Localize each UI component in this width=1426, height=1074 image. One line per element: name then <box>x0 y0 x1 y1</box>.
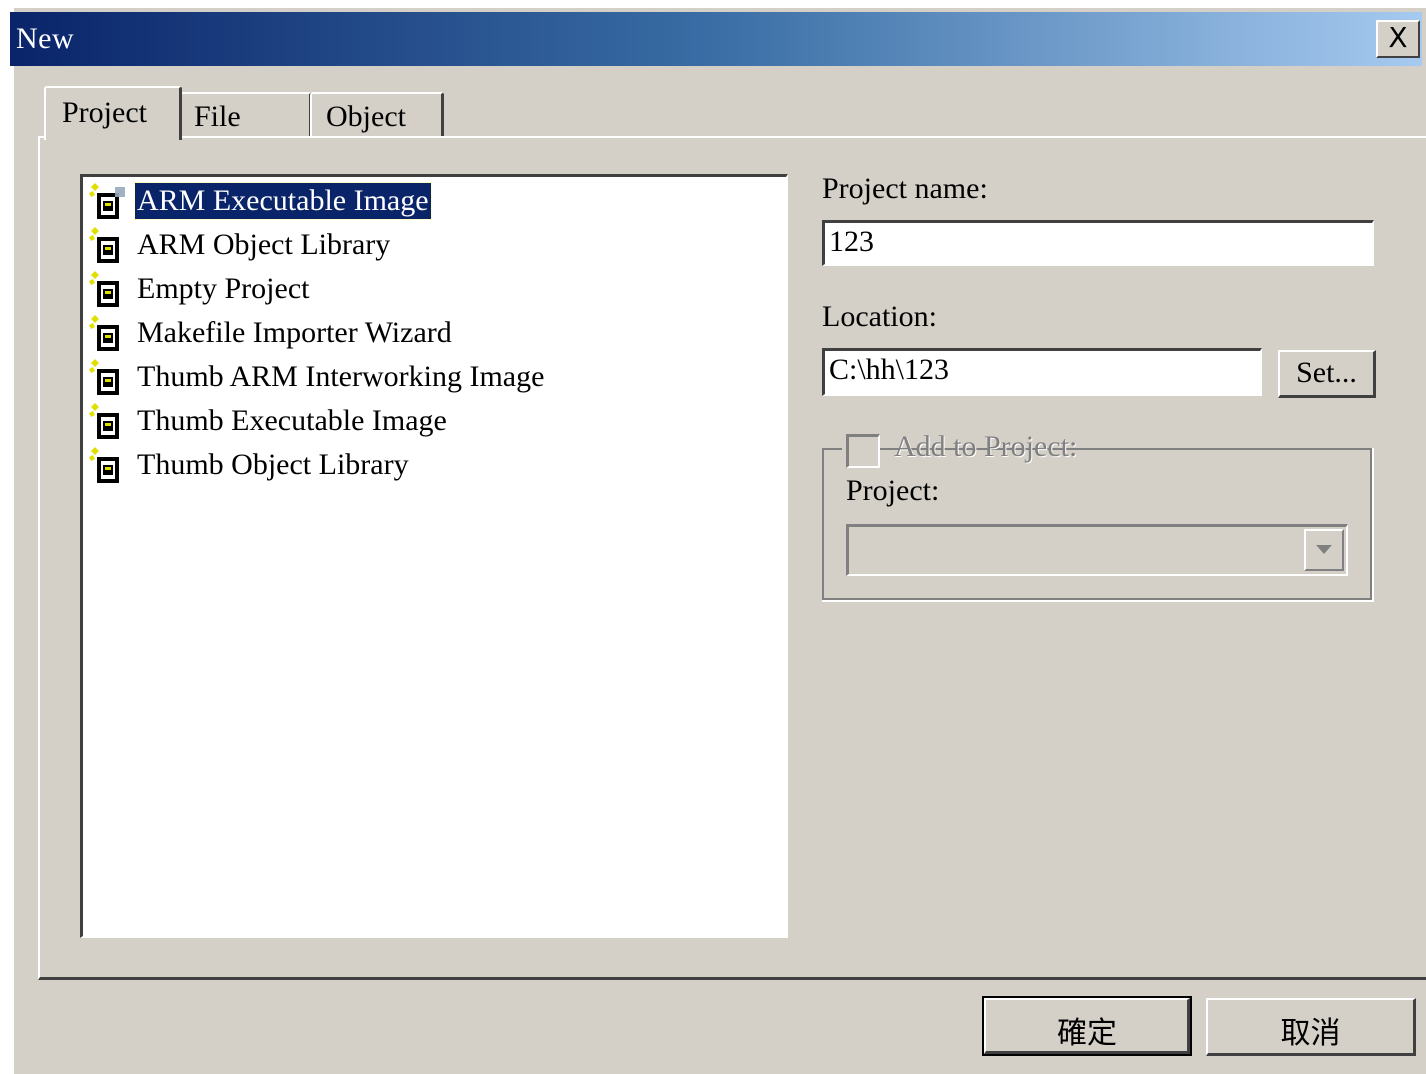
tab-file-label: File <box>194 100 241 133</box>
project-name-input[interactable]: 123 <box>822 220 1374 266</box>
project-wizard-icon <box>89 227 119 263</box>
ok-button-label: 確定 <box>1057 1016 1117 1051</box>
tab-project-label: Project <box>62 96 147 129</box>
project-select[interactable] <box>846 524 1348 576</box>
window-title: New <box>16 22 75 55</box>
set-location-button-label: Set... <box>1296 356 1357 389</box>
cancel-button-label: 取消 <box>1280 1016 1341 1051</box>
project-wizard-icon <box>89 183 125 219</box>
project-label: Project: <box>846 474 940 507</box>
location-input[interactable]: C:\hh\123 <box>822 348 1262 396</box>
list-item-label: ARM Object Library <box>137 228 391 261</box>
project-wizard-icon <box>89 271 119 307</box>
project-wizard-icon <box>89 403 119 439</box>
tab-object-label: Object <box>326 100 406 133</box>
dropdown-button[interactable] <box>1304 529 1344 571</box>
project-type-list[interactable]: ARM Executable Image ARM Object Library … <box>80 174 788 938</box>
tab-project[interactable]: Project <box>44 86 182 140</box>
tab-object[interactable]: Object <box>310 92 444 138</box>
project-wizard-icon <box>89 315 119 351</box>
title-bar[interactable]: New X <box>10 12 1422 66</box>
list-item-label: Empty Project <box>137 272 310 305</box>
location-label: Location: <box>822 300 937 333</box>
list-item-label: ARM Executable Image <box>134 182 432 220</box>
cancel-button[interactable]: 取消 <box>1206 998 1416 1056</box>
chevron-down-icon <box>1316 545 1332 554</box>
ok-button[interactable]: 確定 <box>982 996 1192 1056</box>
project-wizard-icon <box>89 359 119 395</box>
set-location-button[interactable]: Set... <box>1278 350 1376 398</box>
list-item-label: Thumb Object Library <box>137 448 409 481</box>
add-to-project-label: Add to Project: <box>894 430 1078 463</box>
group-legend: Add to Project: <box>842 428 1077 468</box>
list-item-label: Makefile Importer Wizard <box>137 316 452 349</box>
add-to-project-checkbox[interactable] <box>846 434 880 468</box>
list-item-label: Thumb Executable Image <box>137 404 447 437</box>
project-name-label: Project name: <box>822 172 988 205</box>
tab-file[interactable]: File <box>178 92 312 138</box>
project-wizard-icon <box>89 447 119 483</box>
list-item-label: Thumb ARM Interworking Image <box>137 360 545 393</box>
close-button[interactable]: X <box>1376 20 1420 58</box>
